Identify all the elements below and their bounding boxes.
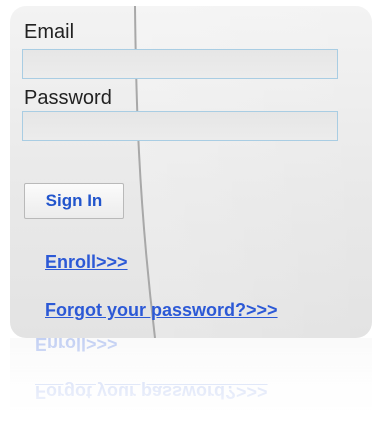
login-stage: Email Password Sign In Enroll>>> Forgot …	[0, 0, 380, 430]
password-field[interactable]	[22, 111, 338, 141]
password-label: Password	[24, 87, 112, 109]
reflected-enroll-link: Enroll>>>	[35, 338, 118, 354]
panel-reflection: Forgot your password?>>> Enroll>>>	[10, 338, 372, 430]
enroll-link[interactable]: Enroll>>>	[45, 252, 128, 273]
sign-in-button[interactable]: Sign In	[24, 183, 124, 219]
reflection-fade	[10, 338, 372, 430]
reflected-forgot-link: Forgot your password?>>>	[35, 382, 268, 402]
email-label: Email	[24, 21, 75, 43]
forgot-password-link[interactable]: Forgot your password?>>>	[45, 300, 278, 321]
login-panel: Email Password Sign In Enroll>>> Forgot …	[10, 6, 372, 338]
email-field[interactable]	[22, 49, 338, 79]
reflection-content: Forgot your password?>>> Enroll>>>	[10, 338, 372, 430]
